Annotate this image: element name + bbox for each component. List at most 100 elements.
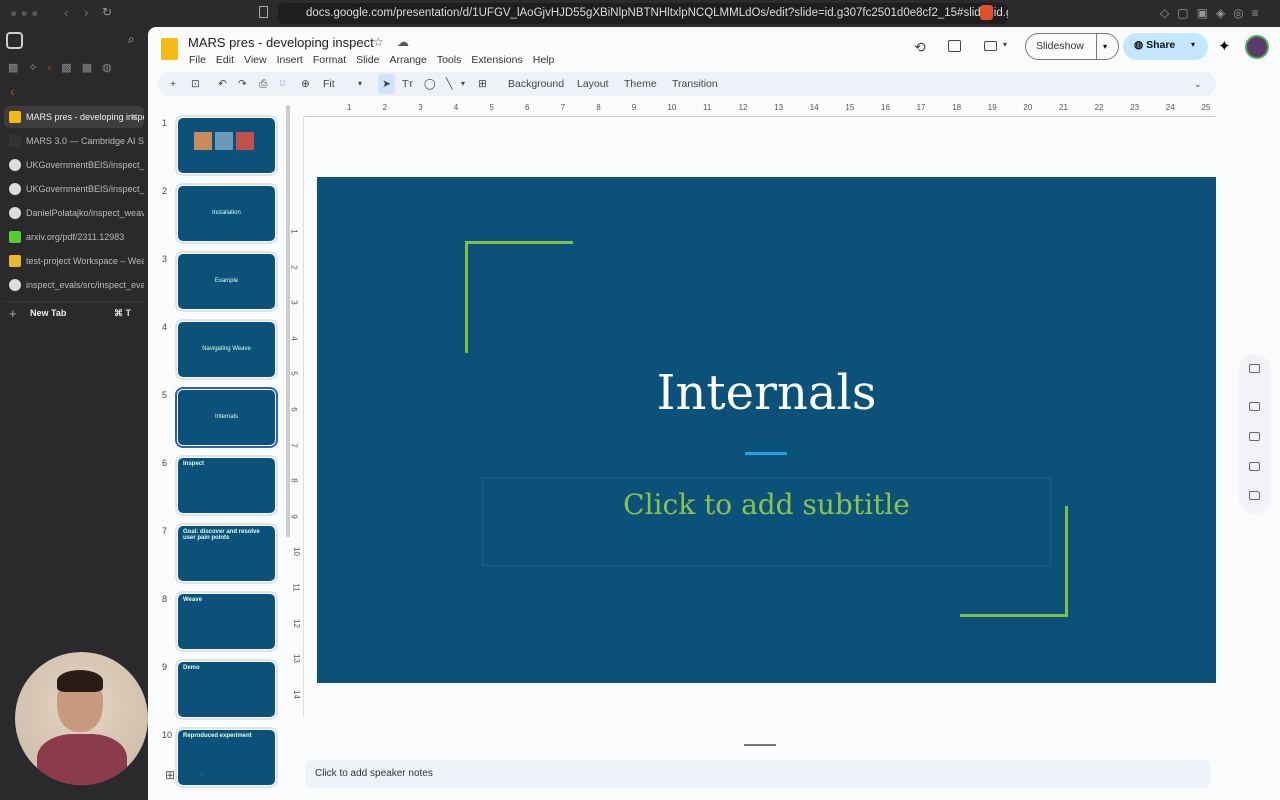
plus-icon[interactable]: +: [9, 306, 17, 321]
menu-tools[interactable]: Tools: [437, 54, 462, 66]
pinned-tabs[interactable]: ▩✧‹▩▩◍: [8, 61, 122, 74]
back-icon[interactable]: ‹: [64, 5, 68, 20]
slide-thumbnail[interactable]: Navigating Weave: [175, 319, 278, 380]
slide-title[interactable]: Internals: [317, 365, 1216, 421]
version-history-icon[interactable]: ⟲: [914, 39, 926, 56]
browser-tab[interactable]: MARS 3.0 — Cambridge AI Safety: [4, 130, 144, 152]
bracket-bottom-right-vertical: [1065, 506, 1068, 617]
redo-icon[interactable]: ↷: [238, 72, 247, 96]
reload-icon[interactable]: ↻: [102, 5, 112, 19]
select-tool-icon[interactable]: ➤: [378, 74, 395, 94]
menu-extensions[interactable]: Extensions: [471, 54, 522, 66]
collapse-toolbar-icon[interactable]: ⌄: [1194, 72, 1202, 96]
browser-tab[interactable]: inspect_evals/src/inspect_evals: [4, 274, 144, 296]
slide-thumbnail[interactable]: Goal: discover and resolve user pain poi…: [175, 523, 278, 584]
avatar[interactable]: [1245, 35, 1269, 59]
comments-icon[interactable]: [948, 40, 961, 52]
slide-thumbnail[interactable]: Installation: [175, 183, 278, 244]
slide-thumbnail[interactable]: Demo: [175, 659, 278, 720]
browser-tab[interactable]: UKGovernmentBEIS/inspect_ai: [4, 154, 144, 176]
menu-help[interactable]: Help: [533, 54, 555, 66]
speaker-notes[interactable]: Click to add speaker notes: [305, 760, 1210, 788]
meet-icon[interactable]: [984, 41, 997, 51]
bracket-bottom-right-horizontal: [960, 614, 1068, 617]
slideshow-dropdown[interactable]: ▾: [1096, 34, 1107, 59]
browser-tab[interactable]: MARS pres - developing inspect ✕: [4, 106, 144, 128]
comment-add-icon[interactable]: ⊞: [478, 72, 487, 96]
slideshow-button[interactable]: Slideshow: [1036, 40, 1084, 52]
tasks-icon[interactable]: [1249, 402, 1260, 411]
star-icon[interactable]: ☆: [373, 35, 384, 49]
slide-thumbnail[interactable]: Inspect: [175, 455, 278, 516]
subtitle-placeholder[interactable]: Click to add subtitle: [482, 477, 1051, 566]
menu-arrange[interactable]: Arrange: [389, 54, 426, 66]
menu-slide[interactable]: Slide: [356, 54, 379, 66]
brave-shield-icon[interactable]: [980, 5, 993, 20]
tab-label: UKGovernmentBEIS/inspect_ai: [26, 160, 144, 170]
shape-icon[interactable]: ◯: [424, 72, 436, 96]
transition-button[interactable]: Transition: [672, 72, 718, 96]
toolbar: + ⊡ ↶ ↷ ⎙ ⌑ ⊕ Fit ▾ ➤ Tт ◯ ╲ ▾ ⊞ Backgro…: [158, 72, 1216, 96]
image-icon[interactable]: [1249, 432, 1260, 441]
subtitle-text: Click to add subtitle: [623, 488, 910, 521]
share-dropdown[interactable]: ▾: [1191, 40, 1195, 49]
address-bar[interactable]: docs.google.com/presentation/d/1UFGV_lAo…: [278, 3, 1008, 24]
slide-thumbnail[interactable]: Internals: [175, 387, 278, 448]
notes-resize-handle[interactable]: [744, 744, 776, 746]
slides-logo-icon[interactable]: [161, 38, 178, 60]
new-slide-icon[interactable]: +: [170, 72, 176, 96]
paint-format-icon[interactable]: ⌑: [280, 72, 285, 96]
zoom-select[interactable]: Fit: [323, 72, 335, 96]
new-tab-button[interactable]: New Tab: [30, 308, 66, 318]
browser-tab[interactable]: arxiv.org/pdf/2311.12983: [4, 226, 144, 248]
slide-thumbnail[interactable]: Example: [175, 251, 278, 312]
grid-view-icon[interactable]: ⊞: [165, 768, 175, 782]
share-button[interactable]: ◍ Share: [1134, 39, 1175, 51]
ruler-tick-label: 1: [289, 229, 299, 234]
pinned-tab-icon[interactable]: ‹: [10, 83, 15, 99]
ruler-tick-label: 24: [1165, 103, 1175, 112]
menu-insert[interactable]: Insert: [277, 54, 303, 66]
ruler-tick-label: 13: [291, 654, 301, 664]
sidebar-toggle-icon[interactable]: [6, 32, 23, 49]
hair: [57, 670, 103, 692]
zoom-dropdown-icon[interactable]: ▾: [358, 72, 362, 96]
vertical-ruler: 1 2 3 4 5 6 7 8 9 10 11 12 13 14: [290, 117, 304, 717]
line-dropdown-icon[interactable]: ▾: [461, 72, 465, 96]
menu-file[interactable]: File: [189, 54, 206, 66]
slide-thumbnail[interactable]: [175, 115, 278, 176]
slide-canvas[interactable]: Internals Click to add subtitle: [317, 177, 1216, 683]
line-icon[interactable]: ╲: [446, 72, 452, 96]
search-icon[interactable]: ⌕: [128, 32, 135, 47]
forward-icon[interactable]: ›: [84, 5, 88, 20]
gemini-icon[interactable]: ✦: [1218, 37, 1231, 55]
document-title[interactable]: MARS pres - developing inspect: [188, 35, 374, 50]
zoom-icon[interactable]: ⊕: [301, 72, 310, 96]
meet-dropdown-icon[interactable]: ▾: [1003, 40, 1007, 49]
extension-icons[interactable]: ◇▢▣◈◎≡: [1160, 6, 1267, 20]
window-controls[interactable]: ● ● ●: [10, 6, 38, 20]
print-icon[interactable]: ⎙: [259, 72, 267, 96]
webcam-overlay: [15, 652, 148, 785]
folder-icon[interactable]: [1249, 491, 1260, 500]
menu-format[interactable]: Format: [313, 54, 346, 66]
browser-tab[interactable]: DanielPolatajko/inspect_weave: [4, 202, 144, 224]
slide-thumbnail[interactable]: Reproduced experiment: [175, 727, 278, 788]
slide-thumbnail[interactable]: Weave: [175, 591, 278, 652]
layout-add-icon[interactable]: ⊡: [191, 72, 200, 96]
theme-button[interactable]: Theme: [624, 72, 657, 96]
image-search-icon[interactable]: [1249, 462, 1260, 471]
menu-view[interactable]: View: [244, 54, 267, 66]
background-button[interactable]: Background: [508, 72, 564, 96]
browser-tab[interactable]: test-project Workspace – Weave: [4, 250, 144, 272]
keep-icon[interactable]: [1249, 364, 1260, 373]
close-tab-icon[interactable]: ✕: [130, 106, 138, 128]
undo-icon[interactable]: ↶: [218, 72, 227, 96]
collapse-filmstrip-icon[interactable]: ‹: [200, 767, 204, 781]
text-box-icon[interactable]: Tт: [402, 72, 413, 96]
layout-button[interactable]: Layout: [577, 72, 609, 96]
bookmark-icon[interactable]: [259, 6, 268, 18]
menu-edit[interactable]: Edit: [216, 54, 234, 66]
browser-tab[interactable]: UKGovernmentBEIS/inspect_evals: [4, 178, 144, 200]
cloud-status-icon[interactable]: ☁: [397, 35, 409, 49]
